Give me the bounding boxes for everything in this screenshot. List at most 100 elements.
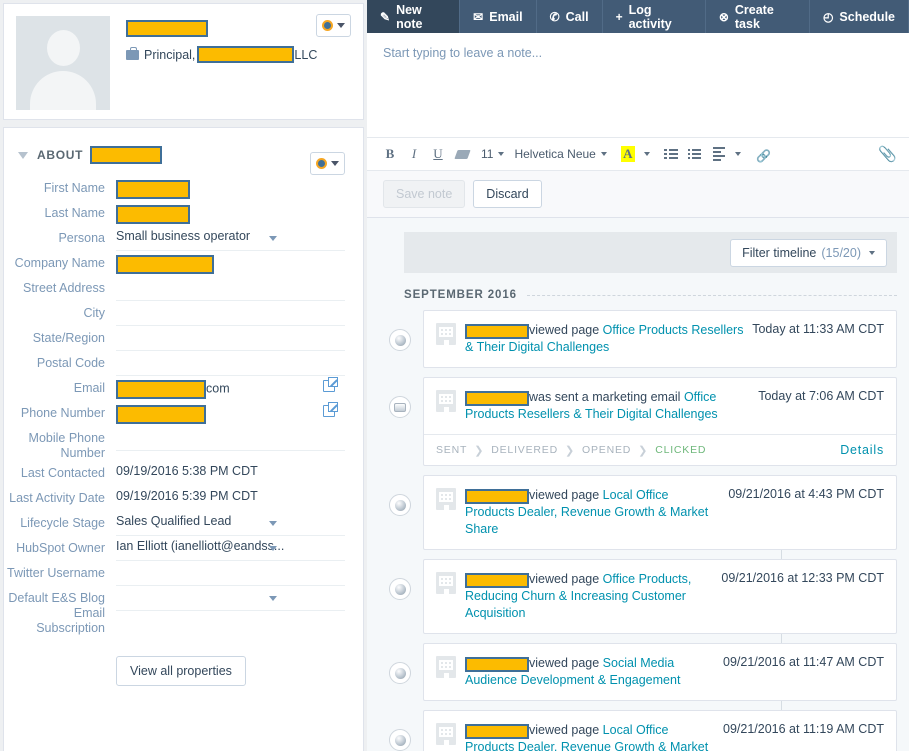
text-color-button[interactable]: A (617, 142, 639, 166)
about-field-value[interactable] (116, 326, 345, 351)
about-fields-list: First NameLast NamePersonaSmall business… (4, 176, 345, 636)
clear-formatting-button[interactable] (451, 142, 473, 166)
align-icon (713, 147, 725, 161)
discard-button[interactable]: Discard (473, 180, 541, 208)
filter-timeline-button[interactable]: Filter timeline (15/20) (730, 239, 887, 267)
numbered-list-button[interactable] (684, 142, 706, 166)
about-field-value[interactable]: Sales Qualified Lead (116, 511, 345, 536)
font-size-chevron-down-icon[interactable] (498, 152, 504, 156)
text-color-icon: A (621, 146, 634, 162)
about-field-label: Postal Code (4, 351, 116, 371)
about-field-value[interactable] (116, 351, 345, 376)
company-building-icon (436, 323, 456, 345)
company-building-icon (436, 390, 456, 412)
timeline-event: viewed page Office Products Resellers & … (389, 310, 897, 368)
event-main: viewed page Office Products Resellers & … (424, 311, 896, 367)
about-field-value[interactable]: Small business operator (116, 226, 345, 251)
bulleted-list-button[interactable] (660, 142, 682, 166)
about-field-value[interactable]: com (116, 376, 345, 401)
tab-schedule[interactable]: ◴Schedule (810, 0, 909, 33)
redacted-value (116, 205, 190, 224)
about-field-value[interactable]: Ian Elliott (ianelliott@eandss... (116, 536, 345, 561)
view-all-properties-button[interactable]: View all properties (116, 656, 246, 686)
about-field-row: Twitter Username (4, 561, 345, 586)
email-status-sent: SENT (436, 444, 467, 456)
view-all-properties-wrap: View all properties (4, 636, 345, 686)
numbered-list-icon (688, 149, 701, 159)
event-main: viewed page Social Media Audience Develo… (424, 644, 896, 700)
event-text: viewed page Office Products, Reducing Ch… (465, 571, 721, 622)
profile-card: Principal, LLC (3, 3, 364, 120)
bulleted-list-icon (664, 149, 678, 159)
font-size-value[interactable]: 11 (481, 147, 493, 161)
text-color-chevron-down-icon[interactable] (644, 152, 650, 156)
attachment-button[interactable]: 📎 (878, 145, 897, 163)
underline-button[interactable]: U (427, 142, 449, 166)
globe-icon (395, 584, 406, 595)
about-field-row: Last Activity Date09/19/2016 5:39 PM CDT (4, 486, 345, 511)
about-field-value[interactable] (116, 401, 345, 426)
gear-icon (316, 158, 327, 169)
chevron-down-icon[interactable] (269, 521, 277, 526)
note-input[interactable]: Start typing to leave a note... (367, 33, 909, 137)
select-value: Sales Qualified Lead (116, 514, 231, 528)
event-text: viewed page Social Media Audience Develo… (465, 655, 723, 689)
about-field-row: City (4, 301, 345, 326)
external-link-icon[interactable] (323, 380, 335, 392)
redacted-actor (465, 324, 529, 339)
about-field-value[interactable]: 09/19/2016 5:39 PM CDT (116, 486, 345, 511)
about-field-row: Last Contacted09/19/2016 5:38 PM CDT (4, 461, 345, 486)
chevron-down-icon[interactable] (269, 236, 277, 241)
about-field-value[interactable] (116, 201, 345, 226)
about-field-value[interactable] (116, 251, 345, 276)
chevron-down-icon (337, 23, 345, 28)
timeline-event: viewed page Social Media Audience Develo… (389, 643, 897, 701)
font-family-chevron-down-icon[interactable] (601, 152, 607, 156)
font-family-value[interactable]: Helvetica Neue (514, 147, 595, 161)
avatar-body (30, 71, 96, 110)
external-link-icon[interactable] (323, 405, 335, 417)
event-action: viewed page (529, 723, 603, 737)
about-field-value[interactable] (116, 276, 345, 301)
insert-link-button[interactable]: 🔗 (751, 142, 773, 166)
save-note-button[interactable]: Save note (383, 180, 465, 208)
timeline-event: viewed page Local Office Products Dealer… (389, 710, 897, 751)
timeline-marker (389, 729, 411, 751)
email-details-link[interactable]: Details (840, 443, 884, 457)
align-button[interactable] (708, 142, 730, 166)
about-field-value[interactable] (116, 301, 345, 326)
italic-button[interactable]: I (403, 142, 425, 166)
tab-label: Call (566, 10, 589, 24)
about-field-value[interactable] (116, 426, 345, 451)
about-field-row: Last Name (4, 201, 345, 226)
email-status-opened: OPENED (582, 444, 631, 456)
about-field-value[interactable] (116, 176, 345, 201)
tab-label: Schedule (839, 10, 895, 24)
collapse-triangle-icon[interactable] (18, 152, 28, 159)
tab-create-task[interactable]: ⊗Create task (706, 0, 810, 33)
about-field-label: HubSpot Owner (4, 536, 116, 556)
tab-email[interactable]: ✉Email (460, 0, 536, 33)
event-action: viewed page (529, 323, 603, 337)
tab-log-activity[interactable]: +Log activity (603, 0, 706, 33)
briefcase-icon (126, 50, 139, 60)
bold-button[interactable]: B (379, 142, 401, 166)
redacted-value (116, 405, 206, 424)
align-chevron-down-icon[interactable] (735, 152, 741, 156)
about-name-redacted (90, 146, 162, 164)
about-field-value[interactable] (116, 561, 345, 586)
profile-settings-button[interactable] (316, 14, 351, 37)
activity-tabbar: ✎New note✉Email✆Call+Log activity⊗Create… (367, 0, 909, 33)
tab-call[interactable]: ✆Call (537, 0, 603, 33)
chevron-down-icon[interactable] (269, 546, 277, 551)
about-field-label: State/Region (4, 326, 116, 346)
chevron-down-icon[interactable] (269, 596, 277, 601)
tab-new-note[interactable]: ✎New note (367, 0, 460, 33)
about-settings-button[interactable] (310, 152, 345, 175)
about-field-value[interactable] (116, 586, 345, 611)
about-field-label: City (4, 301, 116, 321)
company-building-icon (436, 723, 456, 745)
about-field-value[interactable]: 09/19/2016 5:38 PM CDT (116, 461, 345, 486)
timeline-month-heading: SEPTEMBER 2016 (404, 289, 897, 301)
redacted-actor (465, 657, 529, 672)
